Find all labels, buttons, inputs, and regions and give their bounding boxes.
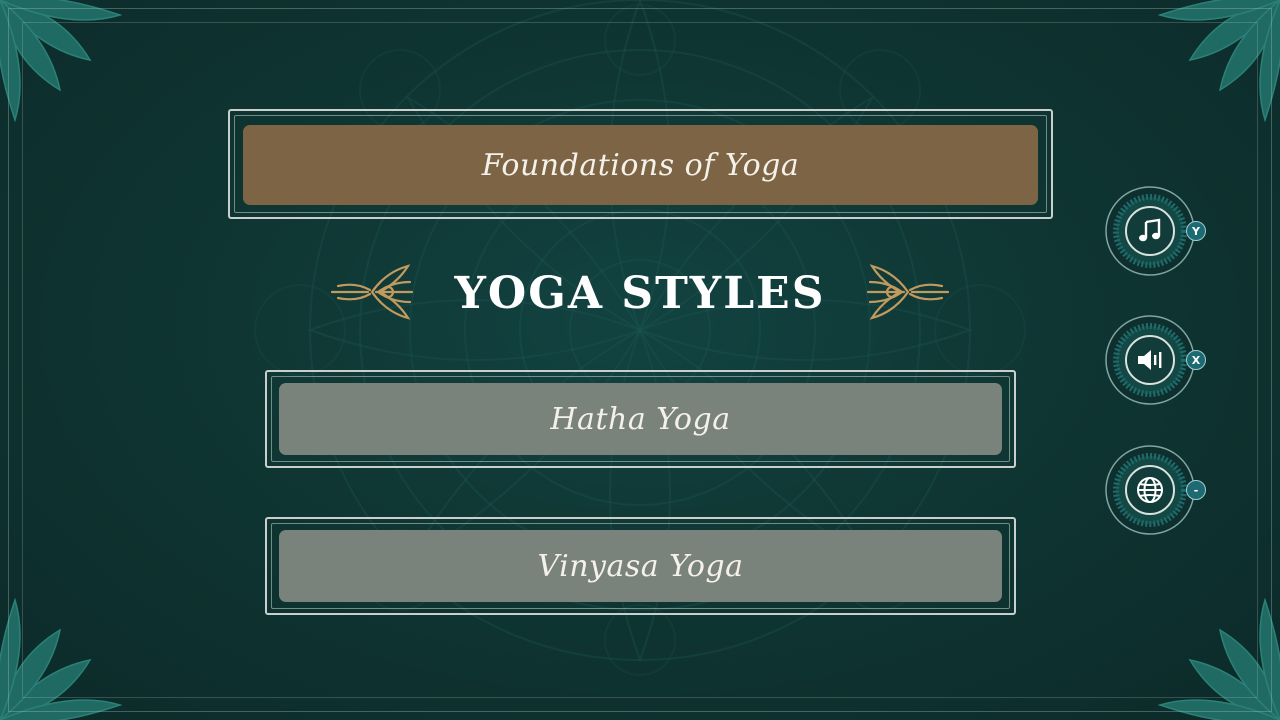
option-button-frame: Vinyasa Yoga <box>265 517 1016 615</box>
corner-flourish-bottom-right <box>1157 597 1280 720</box>
category-button-frame: Foundations of Yoga <box>228 109 1053 219</box>
speaker-icon <box>1130 340 1170 380</box>
section-title: YOGA STYLES <box>454 267 826 319</box>
lotus-ornament-right-icon <box>866 264 950 320</box>
vinyasa-yoga-button[interactable]: Vinyasa Yoga <box>279 530 1002 602</box>
corner-flourish-top-right <box>1157 0 1280 123</box>
volume-toggle-button[interactable] <box>1104 314 1196 406</box>
foundations-of-yoga-button[interactable]: Foundations of Yoga <box>243 125 1038 205</box>
music-key-hint-badge: Y <box>1186 221 1206 241</box>
language-key-hint-badge: - <box>1186 480 1206 500</box>
volume-key-hint-badge: X <box>1186 350 1206 370</box>
corner-flourish-bottom-left <box>0 597 123 720</box>
hatha-yoga-button[interactable]: Hatha Yoga <box>279 383 1002 455</box>
music-note-icon <box>1130 211 1170 251</box>
globe-icon <box>1130 470 1170 510</box>
language-button[interactable] <box>1104 444 1196 536</box>
option-button-frame: Hatha Yoga <box>265 370 1016 468</box>
corner-flourish-top-left <box>0 0 123 123</box>
game-screen: Foundations of Yoga YOGA STYLES Hatha Yo… <box>0 0 1280 720</box>
music-toggle-button[interactable] <box>1104 185 1196 277</box>
lotus-ornament-left-icon <box>330 264 414 320</box>
